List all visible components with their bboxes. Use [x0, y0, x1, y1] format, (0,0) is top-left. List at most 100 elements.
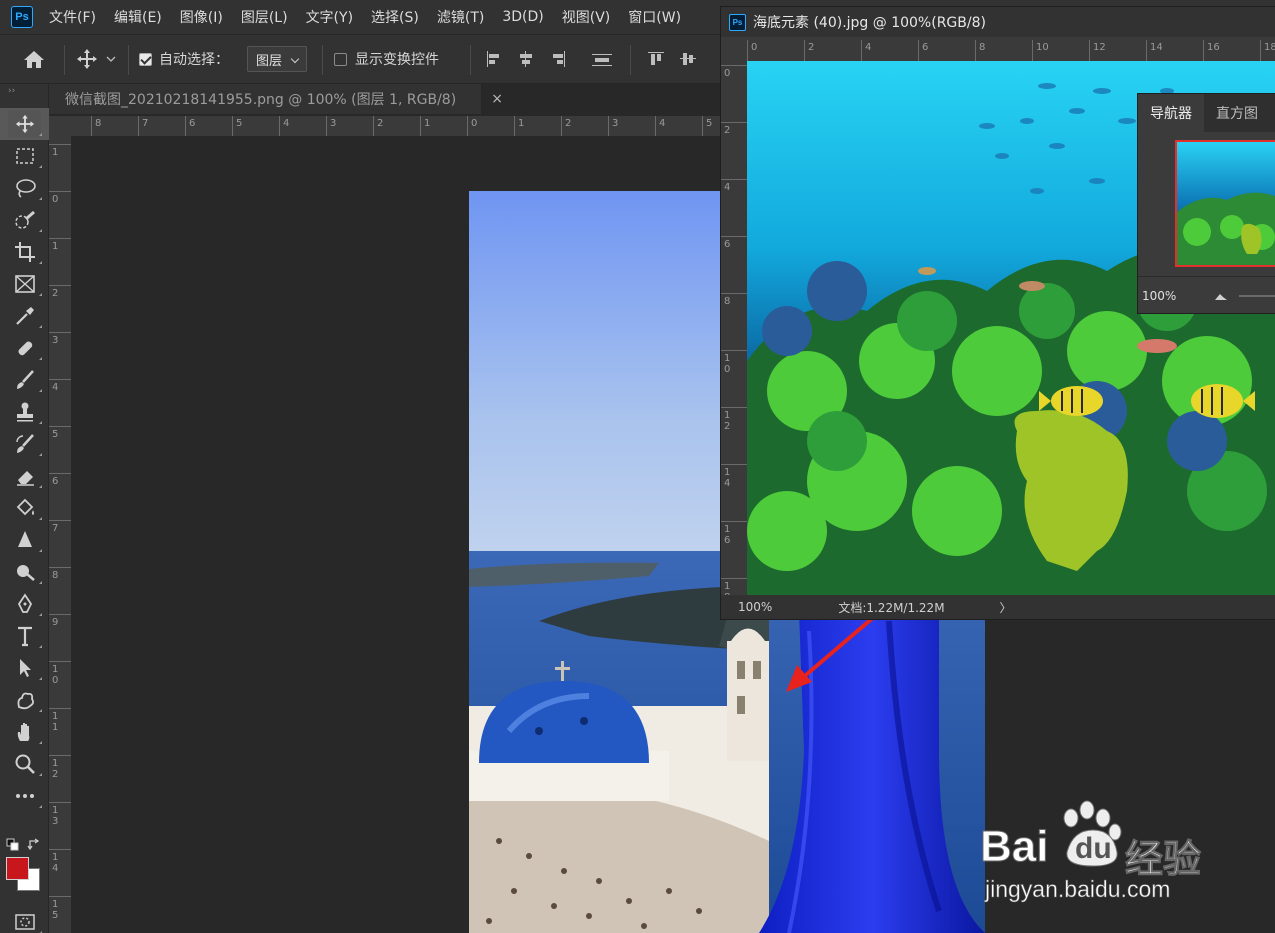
- checkbox-unchecked-icon[interactable]: [334, 52, 347, 66]
- ruler-tick: 4: [49, 379, 71, 393]
- show-transform-controls-checkbox[interactable]: 显示变换控件: [334, 35, 439, 83]
- align-middle-v-button[interactable]: [680, 35, 696, 83]
- watermark-brand-cn: 经验: [1124, 837, 1202, 882]
- checkbox-checked-icon[interactable]: [139, 52, 152, 66]
- tool-type[interactable]: [0, 620, 49, 652]
- paint-bucket-icon: [16, 498, 34, 516]
- separator: [630, 45, 631, 75]
- auto-select-label: 自动选择：: [159, 52, 229, 68]
- auto-select-target-value: 图层: [256, 53, 283, 69]
- ruler-tick-label: 18: [1264, 42, 1275, 53]
- baidu-watermark: Bai du 经验 jingyan.baidu.com: [975, 790, 1235, 910]
- align-top-button[interactable]: [648, 35, 664, 83]
- tab-navigator[interactable]: 导航器: [1138, 94, 1204, 132]
- menu-type[interactable]: 文字(Y): [306, 7, 353, 27]
- tool-blur[interactable]: [0, 524, 49, 556]
- dodge-icon: [16, 565, 35, 581]
- distribute-vertical-button[interactable]: [592, 35, 612, 83]
- tool-brush[interactable]: [0, 364, 49, 396]
- close-icon[interactable]: ×: [491, 91, 503, 107]
- zoom-icon: [15, 754, 35, 774]
- home-icon: [24, 51, 44, 68]
- align-middle-vertical-icon: [680, 51, 696, 67]
- separator: [322, 45, 323, 75]
- menu-3d[interactable]: 3D(D): [502, 9, 543, 25]
- menu-layer[interactable]: 图层(L): [241, 7, 288, 27]
- menu-image[interactable]: 图像(I): [180, 7, 223, 27]
- home-button[interactable]: [22, 35, 46, 83]
- tool-lasso[interactable]: [0, 172, 49, 204]
- menu-window[interactable]: 窗口(W): [628, 7, 681, 27]
- vertical-ruler: 1 0 1 2 3 4 5 6 7 8 9 10 11 12 13 14 15: [49, 136, 71, 933]
- ruler-tick: 2: [49, 285, 71, 299]
- status-menu-arrow-icon[interactable]: 〉: [1000, 599, 1012, 616]
- align-right-button[interactable]: [550, 35, 566, 83]
- navigator-thumbnail[interactable]: [1175, 140, 1275, 267]
- tool-dodge[interactable]: [0, 556, 49, 588]
- tool-marquee[interactable]: [0, 140, 49, 172]
- tool-pen[interactable]: [0, 588, 49, 620]
- tool-shape[interactable]: [0, 684, 49, 716]
- document-tab-strip: 微信截图_20210218141955.png @ 100% (图层 1, RG…: [49, 84, 720, 114]
- swap-colors-icon[interactable]: [27, 838, 41, 852]
- zoom-out-mountain-icon[interactable]: [1214, 291, 1228, 301]
- tool-paint-bucket[interactable]: [0, 492, 49, 524]
- menu-file[interactable]: 文件(F): [49, 7, 96, 27]
- move-tool-preset[interactable]: [76, 35, 118, 83]
- crop-icon: [14, 242, 35, 262]
- tool-hand[interactable]: [0, 716, 49, 748]
- tab-main-document[interactable]: 微信截图_20210218141955.png @ 100% (图层 1, RG…: [49, 84, 503, 114]
- ruler-tick: 4: [721, 179, 747, 193]
- tool-crop[interactable]: [0, 236, 49, 268]
- tool-quick-select[interactable]: [0, 204, 49, 236]
- menu-filter[interactable]: 滤镜(T): [437, 7, 484, 27]
- ruler-tick-label: 14: [1150, 42, 1163, 53]
- floating-window-titlebar[interactable]: Ps 海底元素 (40).jpg @ 100%(RGB/8): [721, 7, 1275, 37]
- menu-view[interactable]: 视图(V): [562, 7, 611, 27]
- ruler-tick: 4: [279, 116, 289, 136]
- tool-eyedropper[interactable]: [0, 300, 49, 332]
- ruler-tick: 2: [804, 40, 814, 61]
- auto-select-checkbox[interactable]: 自动选择：: [139, 35, 229, 83]
- tool-quick-mask[interactable]: [0, 906, 49, 933]
- menu-select[interactable]: 选择(S): [371, 7, 419, 27]
- tool-more[interactable]: [0, 780, 49, 812]
- ruler-tick: 7: [138, 116, 148, 136]
- align-left-button[interactable]: [486, 35, 502, 83]
- navigator-zoom-value[interactable]: 100%: [1142, 289, 1176, 303]
- watermark-url: jingyan.baidu.com: [985, 876, 1171, 903]
- ruler-tick: 6: [918, 40, 928, 61]
- tool-zoom[interactable]: [0, 748, 49, 780]
- tool-path-select[interactable]: [0, 652, 49, 684]
- align-center-h-button[interactable]: [518, 35, 534, 83]
- tool-eraser[interactable]: [0, 460, 49, 492]
- ruler-tick-label: 1: [52, 147, 59, 158]
- panel-collapse-icon[interactable]: ››: [0, 84, 48, 108]
- navigator-panel: 导航器 直方图 100%: [1137, 93, 1275, 314]
- tool-stamp[interactable]: [0, 396, 49, 428]
- menu-edit[interactable]: 编辑(E): [114, 7, 162, 27]
- move-tool-icon: [15, 114, 34, 134]
- brush-icon: [16, 370, 34, 389]
- tool-frame[interactable]: [0, 268, 49, 300]
- ruler-tick: 10: [721, 350, 747, 375]
- ruler-tick: 2: [561, 116, 571, 136]
- ruler-tick: 11: [49, 708, 71, 733]
- tab-histogram[interactable]: 直方图: [1204, 94, 1270, 132]
- navigator-zoom-slider[interactable]: [1239, 294, 1275, 297]
- tool-move[interactable]: [0, 108, 49, 140]
- status-zoom[interactable]: 100%: [738, 600, 772, 614]
- tool-history-brush[interactable]: [0, 428, 49, 460]
- default-colors-icon[interactable]: [6, 838, 20, 852]
- ruler-tick: 8: [975, 40, 985, 61]
- floating-horizontal-ruler: 0 2 4 6 8 10 12 14 16 18: [747, 40, 1275, 61]
- ruler-tick: 5: [49, 426, 71, 440]
- foreground-color-swatch[interactable]: [6, 857, 29, 880]
- auto-select-target-select[interactable]: 图层: [247, 46, 308, 72]
- show-transform-label: 显示变换控件: [355, 52, 439, 68]
- ruler-tick-label: 2: [808, 42, 815, 53]
- tool-healing[interactable]: [0, 332, 49, 364]
- ruler-tick-label: 2: [377, 118, 384, 129]
- ruler-tick: 1: [49, 238, 71, 252]
- ruler-tick-label: 5: [52, 429, 59, 440]
